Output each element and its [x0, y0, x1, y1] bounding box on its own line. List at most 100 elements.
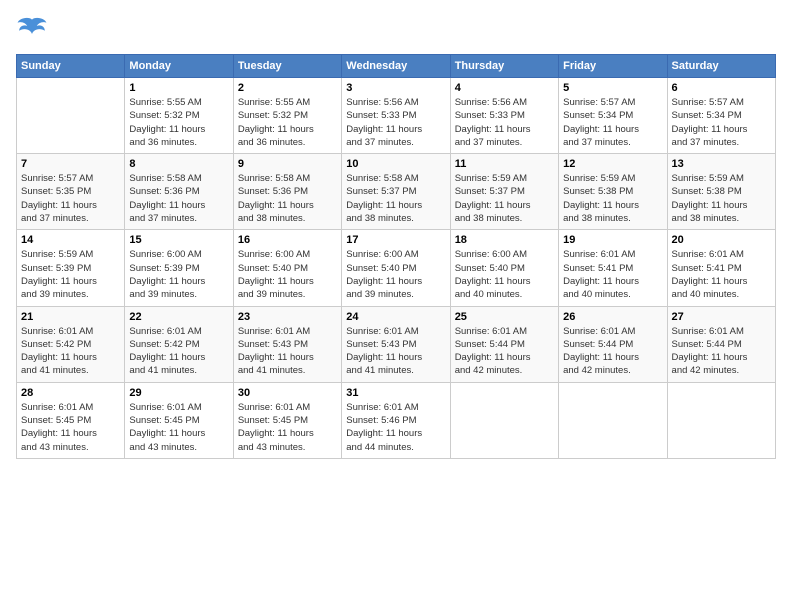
calendar-cell: 28Sunrise: 6:01 AM Sunset: 5:45 PM Dayli…	[17, 382, 125, 458]
calendar-cell: 25 Sunrise: 6:01 AM Sunset: 5:44 PM Dayli…	[450, 306, 558, 382]
calendar-cell: 13 Sunrise: 5:59 AM Sunset: 5:38 PM Dayli…	[667, 154, 775, 230]
day-number: 29	[129, 387, 228, 399]
day-number: 24	[346, 311, 445, 323]
day-info: Sunrise: 5:59 AM Sunset: 5:39 PM Dayligh…	[21, 248, 120, 301]
day-info: Sunrise: 6:01 AM Sunset: 5:43 PM Dayligh…	[346, 325, 445, 378]
calendar-cell: 14Sunrise: 5:59 AM Sunset: 5:39 PM Dayli…	[17, 230, 125, 306]
calendar-body: 1 Sunrise: 5:55 AM Sunset: 5:32 PM Daylig…	[17, 78, 776, 459]
calendar-cell: 2 Sunrise: 5:55 AM Sunset: 5:32 PM Daylig…	[233, 78, 341, 154]
weekday-header-thursday: Thursday	[450, 55, 558, 78]
day-info: Sunrise: 6:01 AM Sunset: 5:45 PM Dayligh…	[21, 401, 120, 454]
calendar-week-3: 14Sunrise: 5:59 AM Sunset: 5:39 PM Dayli…	[17, 230, 776, 306]
day-number: 3	[346, 82, 445, 94]
day-number: 17	[346, 234, 445, 246]
weekday-header-row: SundayMondayTuesdayWednesdayThursdayFrid…	[17, 55, 776, 78]
calendar-cell: 16 Sunrise: 6:00 AM Sunset: 5:40 PM Dayli…	[233, 230, 341, 306]
day-number: 10	[346, 158, 445, 170]
day-number: 31	[346, 387, 445, 399]
day-info: Sunrise: 5:57 AM Sunset: 5:34 PM Dayligh…	[563, 96, 662, 149]
calendar-week-2: 7Sunrise: 5:57 AM Sunset: 5:35 PM Daylig…	[17, 154, 776, 230]
weekday-header-saturday: Saturday	[667, 55, 775, 78]
day-info: Sunrise: 6:01 AM Sunset: 5:43 PM Dayligh…	[238, 325, 337, 378]
day-number: 8	[129, 158, 228, 170]
day-info: Sunrise: 6:01 AM Sunset: 5:44 PM Dayligh…	[672, 325, 771, 378]
calendar-cell: 3 Sunrise: 5:56 AM Sunset: 5:33 PM Daylig…	[342, 78, 450, 154]
calendar-cell: 9 Sunrise: 5:58 AM Sunset: 5:36 PM Daylig…	[233, 154, 341, 230]
day-info: Sunrise: 5:59 AM Sunset: 5:38 PM Dayligh…	[672, 172, 771, 225]
calendar-cell	[667, 382, 775, 458]
day-number: 20	[672, 234, 771, 246]
weekday-header-monday: Monday	[125, 55, 233, 78]
calendar-cell: 18 Sunrise: 6:00 AM Sunset: 5:40 PM Dayli…	[450, 230, 558, 306]
day-info: Sunrise: 5:56 AM Sunset: 5:33 PM Dayligh…	[455, 96, 554, 149]
logo-bird-icon	[16, 16, 48, 44]
day-info: Sunrise: 6:01 AM Sunset: 5:42 PM Dayligh…	[21, 325, 120, 378]
calendar-cell: 31 Sunrise: 6:01 AM Sunset: 5:46 PM Dayli…	[342, 382, 450, 458]
day-number: 25	[455, 311, 554, 323]
calendar-table: SundayMondayTuesdayWednesdayThursdayFrid…	[16, 54, 776, 459]
day-info: Sunrise: 5:57 AM Sunset: 5:34 PM Dayligh…	[672, 96, 771, 149]
calendar-cell: 7Sunrise: 5:57 AM Sunset: 5:35 PM Daylig…	[17, 154, 125, 230]
day-info: Sunrise: 6:01 AM Sunset: 5:45 PM Dayligh…	[238, 401, 337, 454]
day-number: 12	[563, 158, 662, 170]
day-number: 27	[672, 311, 771, 323]
day-info: Sunrise: 5:58 AM Sunset: 5:37 PM Dayligh…	[346, 172, 445, 225]
day-number: 4	[455, 82, 554, 94]
day-number: 13	[672, 158, 771, 170]
calendar-week-4: 21 Sunrise: 6:01 AM Sunset: 5:42 PM Dayli…	[17, 306, 776, 382]
calendar-cell: 11 Sunrise: 5:59 AM Sunset: 5:37 PM Dayli…	[450, 154, 558, 230]
day-number: 11	[455, 158, 554, 170]
calendar-cell	[17, 78, 125, 154]
day-info: Sunrise: 5:55 AM Sunset: 5:32 PM Dayligh…	[238, 96, 337, 149]
day-info: Sunrise: 6:01 AM Sunset: 5:44 PM Dayligh…	[455, 325, 554, 378]
calendar-cell: 8 Sunrise: 5:58 AM Sunset: 5:36 PM Daylig…	[125, 154, 233, 230]
calendar-cell: 24 Sunrise: 6:01 AM Sunset: 5:43 PM Dayli…	[342, 306, 450, 382]
logo	[16, 16, 52, 44]
calendar-cell: 12 Sunrise: 5:59 AM Sunset: 5:38 PM Dayli…	[559, 154, 667, 230]
day-number: 5	[563, 82, 662, 94]
day-info: Sunrise: 6:00 AM Sunset: 5:40 PM Dayligh…	[238, 248, 337, 301]
day-info: Sunrise: 5:58 AM Sunset: 5:36 PM Dayligh…	[129, 172, 228, 225]
calendar-cell: 21 Sunrise: 6:01 AM Sunset: 5:42 PM Dayli…	[17, 306, 125, 382]
day-info: Sunrise: 6:01 AM Sunset: 5:44 PM Dayligh…	[563, 325, 662, 378]
day-info: Sunrise: 6:01 AM Sunset: 5:41 PM Dayligh…	[563, 248, 662, 301]
calendar-cell: 26Sunrise: 6:01 AM Sunset: 5:44 PM Dayli…	[559, 306, 667, 382]
day-info: Sunrise: 6:00 AM Sunset: 5:40 PM Dayligh…	[346, 248, 445, 301]
day-info: Sunrise: 5:56 AM Sunset: 5:33 PM Dayligh…	[346, 96, 445, 149]
calendar-cell: 6 Sunrise: 5:57 AM Sunset: 5:34 PM Daylig…	[667, 78, 775, 154]
calendar-cell: 30 Sunrise: 6:01 AM Sunset: 5:45 PM Dayli…	[233, 382, 341, 458]
day-info: Sunrise: 5:59 AM Sunset: 5:38 PM Dayligh…	[563, 172, 662, 225]
day-info: Sunrise: 5:59 AM Sunset: 5:37 PM Dayligh…	[455, 172, 554, 225]
day-number: 19	[563, 234, 662, 246]
day-number: 15	[129, 234, 228, 246]
calendar-week-5: 28Sunrise: 6:01 AM Sunset: 5:45 PM Dayli…	[17, 382, 776, 458]
day-info: Sunrise: 6:01 AM Sunset: 5:45 PM Dayligh…	[129, 401, 228, 454]
day-number: 7	[21, 158, 120, 170]
day-number: 16	[238, 234, 337, 246]
day-info: Sunrise: 5:55 AM Sunset: 5:32 PM Dayligh…	[129, 96, 228, 149]
day-number: 23	[238, 311, 337, 323]
weekday-header-sunday: Sunday	[17, 55, 125, 78]
calendar-cell	[559, 382, 667, 458]
day-number: 6	[672, 82, 771, 94]
calendar-cell: 22Sunrise: 6:01 AM Sunset: 5:42 PM Dayli…	[125, 306, 233, 382]
day-number: 2	[238, 82, 337, 94]
day-number: 22	[129, 311, 228, 323]
page-header	[16, 16, 776, 44]
weekday-header-friday: Friday	[559, 55, 667, 78]
weekday-header-tuesday: Tuesday	[233, 55, 341, 78]
calendar-cell: 5 Sunrise: 5:57 AM Sunset: 5:34 PM Daylig…	[559, 78, 667, 154]
day-number: 18	[455, 234, 554, 246]
day-info: Sunrise: 6:00 AM Sunset: 5:40 PM Dayligh…	[455, 248, 554, 301]
day-number: 1	[129, 82, 228, 94]
calendar-cell: 23 Sunrise: 6:01 AM Sunset: 5:43 PM Dayli…	[233, 306, 341, 382]
day-number: 30	[238, 387, 337, 399]
day-number: 21	[21, 311, 120, 323]
calendar-cell: 20Sunrise: 6:01 AM Sunset: 5:41 PM Dayli…	[667, 230, 775, 306]
calendar-header: SundayMondayTuesdayWednesdayThursdayFrid…	[17, 55, 776, 78]
day-info: Sunrise: 5:58 AM Sunset: 5:36 PM Dayligh…	[238, 172, 337, 225]
calendar-cell: 10 Sunrise: 5:58 AM Sunset: 5:37 PM Dayli…	[342, 154, 450, 230]
day-number: 9	[238, 158, 337, 170]
calendar-week-1: 1 Sunrise: 5:55 AM Sunset: 5:32 PM Daylig…	[17, 78, 776, 154]
day-info: Sunrise: 6:01 AM Sunset: 5:46 PM Dayligh…	[346, 401, 445, 454]
